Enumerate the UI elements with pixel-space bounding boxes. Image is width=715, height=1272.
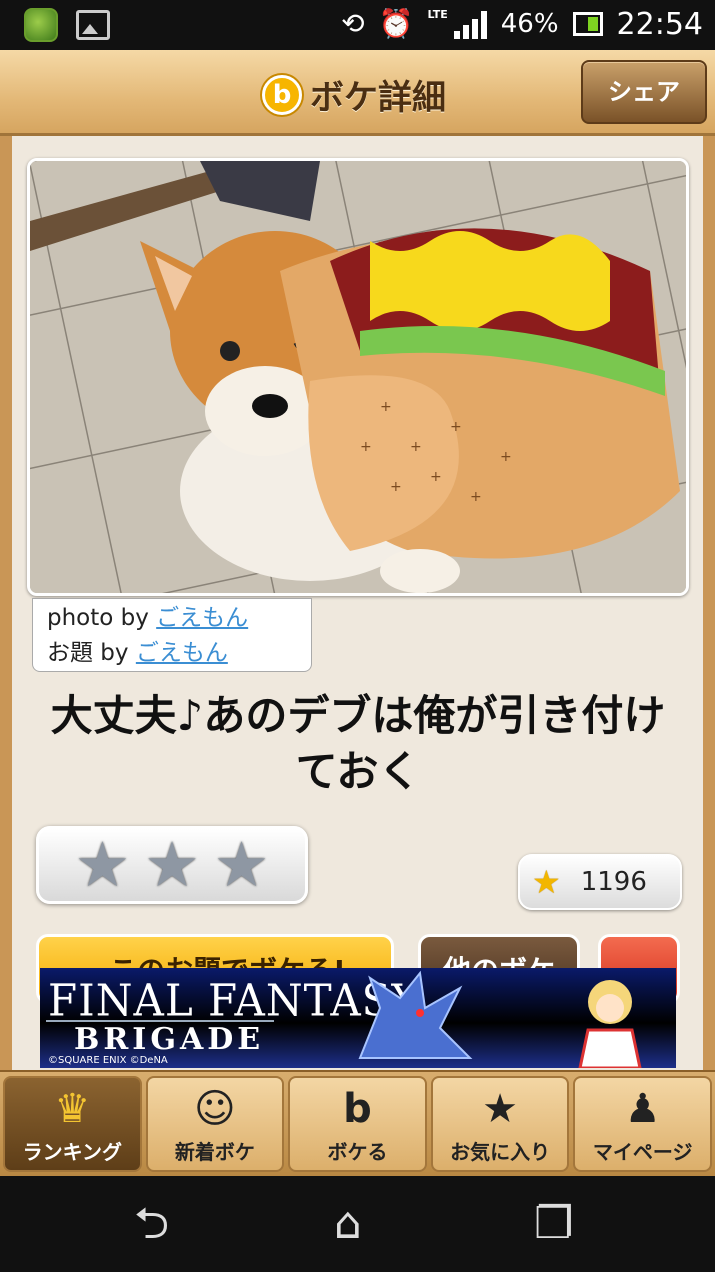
- rating-stars[interactable]: ★ ★ ★: [36, 826, 308, 904]
- rate-star-1[interactable]: ★: [75, 834, 131, 896]
- star-count: 1196: [580, 867, 647, 897]
- alarm-icon: ⏰: [378, 7, 414, 40]
- bottom-tab-bar: ♛ ランキング ☺ 新着ボケ b ボケる ★ お気に入り ♟ マイページ: [0, 1070, 715, 1176]
- tab-new-boke[interactable]: ☺ 新着ボケ: [145, 1076, 285, 1172]
- theme-author-link[interactable]: ごえもん: [136, 640, 228, 666]
- rate-star-2[interactable]: ★: [144, 834, 200, 896]
- app-header: b ボケ詳細 シェア: [0, 50, 715, 136]
- theme-credit: お題 by ごえもん: [47, 640, 228, 666]
- gallery-icon: [76, 10, 110, 40]
- tab-favorites[interactable]: ★ お気に入り: [430, 1076, 570, 1172]
- face-icon: ☺: [194, 1086, 236, 1132]
- photo-credit: photo by ごえもん: [47, 605, 249, 631]
- boke-detail-content: + + + + + + + + photo by ごえもん お題 by ごえもん 大丈夫♪…: [0, 136, 715, 1070]
- rate-star-3[interactable]: ★: [214, 834, 270, 896]
- back-icon[interactable]: ⮌: [134, 1200, 169, 1248]
- photo-author-link[interactable]: ごえもん: [156, 605, 248, 631]
- svg-text:+: +: [390, 479, 402, 495]
- star-icon: ★: [532, 863, 561, 901]
- svg-text:+: +: [360, 439, 372, 455]
- bell-icon: ♟: [624, 1086, 661, 1132]
- character-illustration: [578, 980, 642, 1068]
- star-count-badge: ★ 1196: [518, 854, 682, 910]
- svg-text:+: +: [380, 399, 392, 415]
- battery-percent: 46%: [500, 9, 559, 39]
- dragon-illustration: [358, 970, 473, 1059]
- ad-copyright: ©SQUARE ENIX ©DeNA: [48, 1055, 168, 1066]
- system-nav-bar: ⮌ ⌂ ❐: [0, 1176, 715, 1272]
- boke-caption: 大丈夫♪あのデブは俺が引き付けておく: [50, 691, 666, 796]
- ad-banner[interactable]: FINAL FANTASY BRIGADE ©SQUARE ENIX ©DeNA: [40, 968, 676, 1068]
- svg-text:+: +: [410, 439, 422, 455]
- app-icon: [24, 8, 58, 42]
- credit-box: photo by ごえもん お題 by ごえもん: [32, 598, 312, 672]
- svg-text:+: +: [500, 449, 512, 465]
- boke-icon: b: [343, 1086, 372, 1132]
- rotate-icon: ⟲: [341, 7, 365, 40]
- recent-apps-icon[interactable]: ❐: [534, 1200, 573, 1248]
- page-title: b ボケ詳細: [262, 70, 446, 119]
- battery-icon: [572, 12, 603, 36]
- home-icon[interactable]: ⌂: [334, 1200, 362, 1248]
- boke-logo-icon: b: [262, 74, 302, 115]
- tab-ranking[interactable]: ♛ ランキング: [3, 1076, 142, 1172]
- svg-text:+: +: [430, 469, 442, 485]
- share-button[interactable]: シェア: [581, 60, 707, 124]
- post-photo[interactable]: + + + + + + + +: [27, 158, 689, 596]
- star-icon: ★: [482, 1086, 518, 1132]
- tab-mypage[interactable]: ♟ マイページ: [573, 1076, 712, 1172]
- svg-text:+: +: [450, 419, 462, 435]
- crown-icon: ♛: [54, 1086, 91, 1132]
- corgi-hotdog-photo: + + + + + + + +: [30, 161, 686, 593]
- network-type: LTE: [427, 7, 448, 21]
- ad-subtitle: BRIGADE: [74, 1022, 265, 1057]
- signal-icon: [453, 9, 487, 39]
- clock: 22:54: [616, 6, 703, 42]
- status-bar: ⟲ ⏰ LTE 46% 22:54: [0, 0, 715, 50]
- page-title-text: ボケ詳細: [310, 78, 446, 118]
- svg-text:+: +: [470, 489, 482, 505]
- tab-boke[interactable]: b ボケる: [288, 1076, 427, 1172]
